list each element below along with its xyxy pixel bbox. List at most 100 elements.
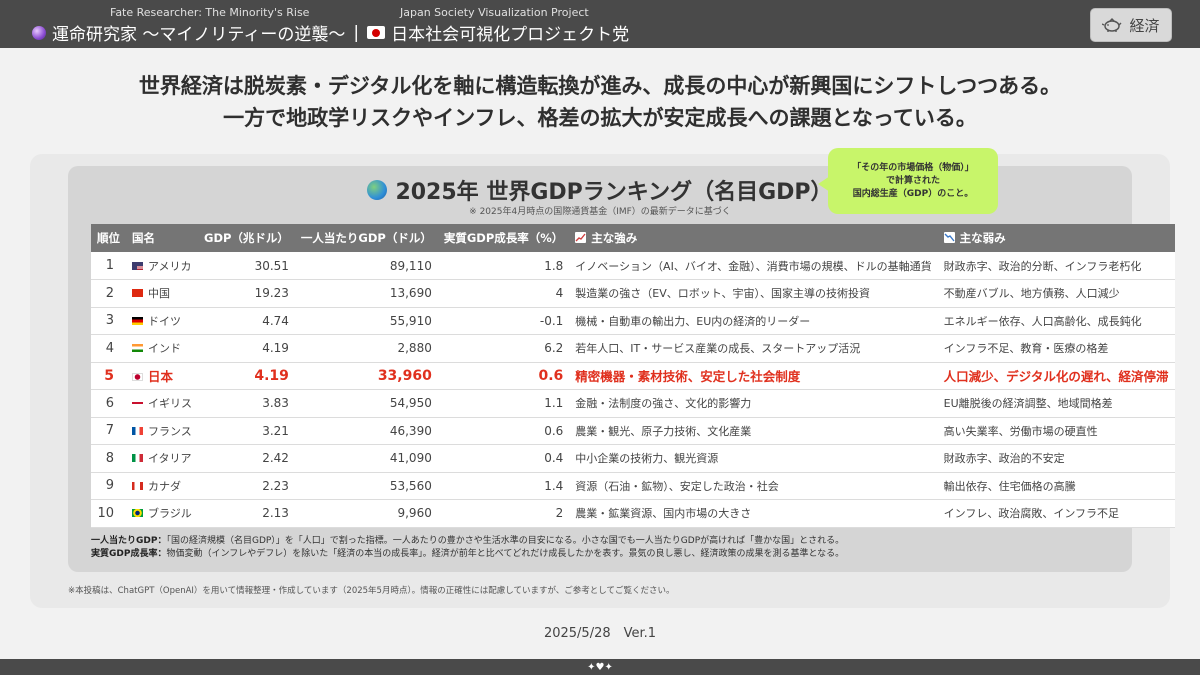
rank-cell: 3 — [105, 313, 114, 329]
growth-cell: -0.1 — [539, 313, 564, 328]
table-row: 5 日本 4.19 33,960 0.6 精密機器・素材技術、安定した社会制度 人口減少、デ… — [91, 362, 1175, 390]
in-flag-icon — [132, 344, 143, 353]
br-flag-icon — [132, 509, 143, 518]
growth-cell: 2 — [555, 506, 564, 521]
country-name: ブラジル — [148, 507, 192, 521]
country-cell: ドイツ — [126, 307, 198, 335]
country-cell: インド — [126, 335, 198, 363]
per-capita-cell: 9,960 — [397, 506, 432, 521]
country-name: 日本 — [148, 369, 174, 385]
economy-category-button[interactable]: 経済 — [1090, 8, 1172, 42]
col-strength: 主な強み — [569, 224, 937, 252]
note-growth-term: 実質GDP成長率： — [91, 549, 167, 559]
growth-cell: 0.6 — [544, 423, 564, 438]
country-name: カナダ — [148, 479, 181, 493]
brand-japanese-left: 運命研究家 〜マイノリティーの逆襲〜 — [52, 25, 346, 45]
weakness-cell: 財政赤字、政治的分断、インフラ老朽化 — [943, 259, 1142, 273]
gdp-ranking-table: 順位 国名 GDP（兆ドル） 一人当たりGDP（ドル） 実質GDP成長率（%） … — [91, 224, 1175, 528]
col-rank: 順位 — [97, 231, 120, 245]
weakness-cell: 不動産バブル、地方債務、人口減少 — [943, 287, 1120, 301]
col-country: 国名 — [132, 231, 155, 245]
strength-cell: 製造業の強さ（EV、ロボット、宇宙）、国家主導の技術投資 — [575, 287, 871, 301]
country-name: インド — [148, 342, 181, 356]
growth-cell: 6.2 — [544, 341, 564, 356]
weakness-cell: 輸出依存、住宅価格の高騰 — [943, 479, 1076, 493]
per-capita-cell: 33,960 — [377, 367, 432, 384]
weakness-cell: インフレ、政治腐敗、インフラ不足 — [943, 507, 1120, 521]
weakness-cell: 人口減少、デジタル化の遅れ、経済停滞 — [943, 369, 1169, 385]
rank-cell: 8 — [105, 450, 114, 466]
table-title-text: 2025年 世界GDPランキング（名目GDP） — [395, 180, 833, 205]
brand-line: 運命研究家 〜マイノリティーの逆襲〜 | 日本社会可視化プロジェクト党 — [32, 20, 629, 45]
strength-cell: 資源（石油・鉱物）、安定した政治・社会 — [575, 479, 779, 493]
crystal-ball-icon — [32, 25, 46, 40]
rank-cell: 4 — [105, 340, 114, 356]
col-growth: 実質GDP成長率（%） — [443, 231, 564, 245]
country-cell: アメリカ — [126, 252, 198, 280]
gdp-cell: 3.83 — [262, 396, 289, 411]
table-row: 8 イタリア 2.42 41,090 0.4 中小企業の技術力、観光資源 財政赤字、政治的不… — [91, 444, 1175, 473]
headline-line-2: 一方で地政学リスクやインフレ、格差の拡大が安定成長への課題となっている。 — [223, 106, 977, 130]
growth-cell: 1.1 — [544, 396, 564, 411]
top-bar: Fate Researcher: The Minority's Rise Jap… — [0, 0, 1200, 48]
table-row: 10 ブラジル 2.13 9,960 2 農業・鉱業資源、国内市場の大きさ インフレ、政治腐… — [91, 499, 1175, 527]
weakness-cell: エネルギー依存、人口高齢化、成長鈍化 — [943, 314, 1142, 328]
brand-separator: | — [353, 22, 360, 43]
jp-flag-icon — [132, 373, 143, 382]
notes: 一人当たりGDP：「国の経済規模（名目GDP）」を「人口」で割った指標。一人あた… — [91, 535, 844, 561]
weakness-cell: 高い失業率、労働市場の硬直性 — [943, 424, 1098, 438]
de-flag-icon — [132, 316, 143, 325]
per-capita-cell: 2,880 — [397, 341, 432, 356]
strength-cell: 農業・鉱業資源、国内市場の大きさ — [575, 507, 752, 521]
per-capita-cell: 13,690 — [389, 286, 432, 301]
gdp-cell: 2.13 — [262, 506, 289, 521]
bubble-line-3: 国内総生産（GDP）のこと。 — [852, 188, 974, 199]
strength-cell: 精密機器・素材技術、安定した社会制度 — [575, 369, 801, 385]
uk-flag-icon — [132, 399, 143, 408]
date-version: 2025/5/28 Ver.1 — [543, 626, 657, 641]
growth-cell: 1.4 — [544, 478, 564, 493]
table-row: 1 アメリカ 30.51 89,110 1.8 イノベーション（AI、バイオ、金融）、消費… — [91, 252, 1175, 280]
country-cell: フランス — [126, 417, 198, 445]
piggy-bank-icon — [1102, 18, 1122, 32]
country-cell: 中国 — [126, 280, 198, 308]
gdp-cell: 4.74 — [262, 313, 289, 328]
rank-cell: 9 — [105, 478, 114, 494]
per-capita-cell: 53,560 — [389, 478, 432, 493]
gdp-cell: 3.21 — [262, 423, 289, 438]
country-cell: カナダ — [126, 472, 198, 500]
note-per-capita: 一人当たりGDP：「国の経済規模（名目GDP）」を「人口」で割った指標。一人あた… — [91, 535, 844, 548]
bottom-bar: ✦♥✦ — [0, 659, 1200, 675]
country-name: 中国 — [148, 287, 170, 301]
col-gdp: GDP（兆ドル） — [204, 231, 289, 245]
gdp-cell: 2.23 — [262, 478, 289, 493]
cn-flag-icon — [132, 289, 143, 298]
rank-cell: 6 — [105, 395, 114, 411]
weakness-cell: 財政赤字、政治的不安定 — [943, 452, 1065, 466]
table-row: 4 インド 4.19 2,880 6.2 若年人口、IT・サービス産業の成長、スタートアッ… — [91, 334, 1175, 363]
strength-cell: イノベーション（AI、バイオ、金融）、消費市場の規模、ドルの基軸通貨 — [575, 259, 932, 273]
gdp-cell: 4.19 — [262, 341, 289, 356]
brand-japanese-right: 日本社会可視化プロジェクト党 — [391, 25, 630, 45]
growth-cell: 0.4 — [544, 451, 564, 466]
country-cell: イタリア — [126, 445, 198, 473]
brand-english-right: Japan Society Visualization Project — [400, 6, 589, 19]
country-cell: イギリス — [126, 390, 198, 418]
strength-cell: 若年人口、IT・サービス産業の成長、スタートアップ活況 — [575, 342, 861, 356]
globe-icon — [367, 180, 388, 200]
note-per-capita-term: 一人当たりGDP： — [91, 536, 167, 546]
table-row: 3 ドイツ 4.74 55,910 -0.1 機械・自動車の輸出力、EU内の経済的リーダー… — [91, 307, 1175, 335]
col-weakness-label: 主な弱み — [959, 231, 1006, 245]
ca-flag-icon — [132, 481, 143, 490]
rank-cell: 5 — [104, 367, 114, 384]
bubble-line-1: 「その年の市場価格（物価）」 — [852, 162, 974, 173]
fr-flag-icon — [132, 426, 143, 435]
growth-cell: 1.8 — [544, 258, 564, 273]
note-growth-text: 物価変動（インフレやデフレ）を除いた「経済の本当の成長率」。経済が前年と比べてど… — [166, 549, 845, 559]
country-name: アメリカ — [148, 259, 192, 273]
per-capita-cell: 55,910 — [389, 313, 432, 328]
rank-cell: 10 — [97, 505, 114, 521]
weakness-cell: インフラ不足、教育・医療の格差 — [943, 342, 1109, 356]
strength-cell: 機械・自動車の輸出力、EU内の経済的リーダー — [575, 314, 811, 328]
us-flag-icon — [132, 261, 143, 270]
